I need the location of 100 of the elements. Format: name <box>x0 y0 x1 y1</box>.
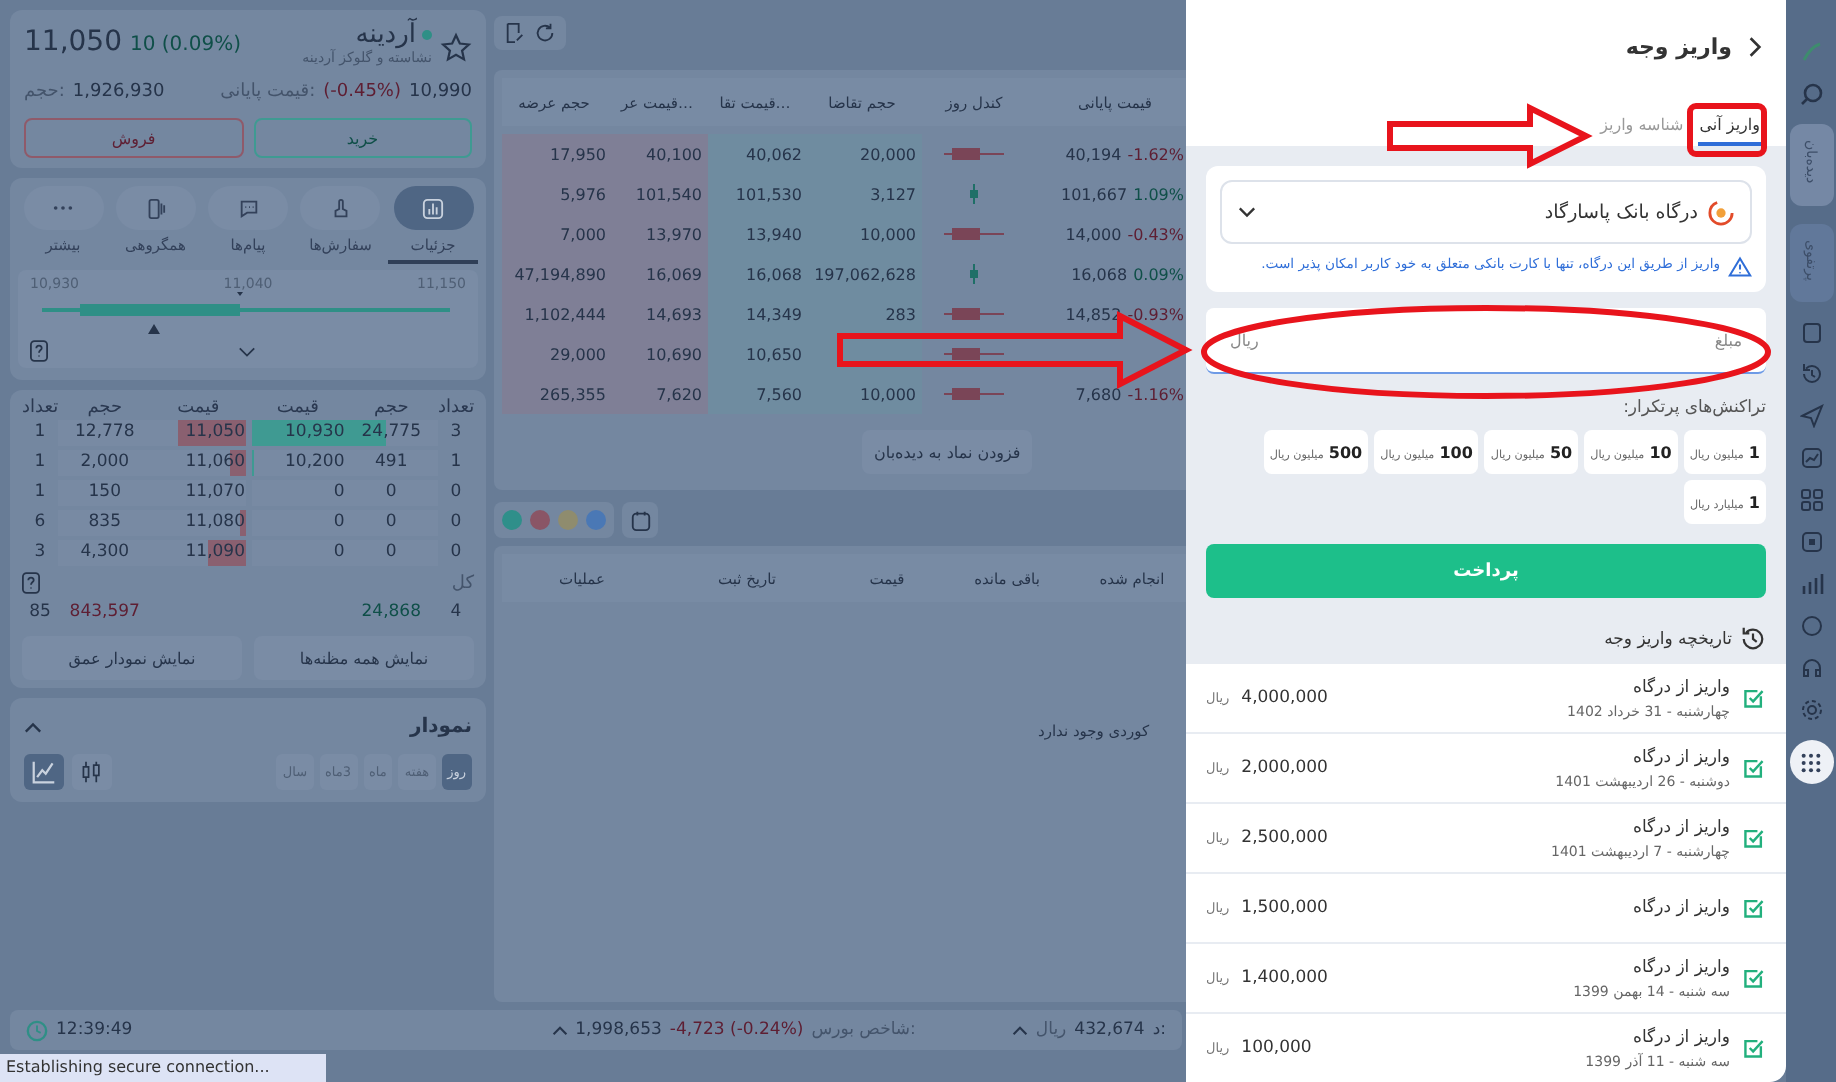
total-volume: 24,868 <box>359 600 423 626</box>
apps-button[interactable] <box>1789 740 1833 785</box>
table-cell-text: 0 <box>448 510 464 536</box>
depth-chart-button[interactable]: نمایش نمودار عمق <box>22 636 242 680</box>
last-price: 16,068 <box>1071 265 1128 283</box>
table-cell: 40,100 <box>612 134 708 174</box>
table-cell-text: 4,300 <box>78 540 132 566</box>
column-header: قیمت <box>175 398 222 418</box>
chart-type-button[interactable] <box>24 754 64 790</box>
chevron-up-icon[interactable] <box>551 1025 568 1035</box>
table-cell-text: 10,200 <box>283 450 345 476</box>
history-icon[interactable] <box>1799 362 1823 387</box>
hand-icon <box>329 197 352 219</box>
balance-value: 432,674 <box>1074 1020 1145 1040</box>
pay-button[interactable]: پرداخت <box>1206 544 1766 598</box>
clipboard-icon[interactable] <box>1799 320 1823 345</box>
gateway-select[interactable]: درگاه بانک پاسارگاد <box>1220 180 1752 244</box>
table-cell-text: 491 <box>373 450 410 476</box>
leaf-logo-icon <box>1799 40 1823 64</box>
deposit-title: واریز از درگاه <box>1631 817 1730 837</box>
deposit-title: واریز از درگاه <box>1633 898 1730 918</box>
cards-icon <box>144 197 167 219</box>
bar-chart-icon[interactable] <box>1799 572 1823 597</box>
candle-drawing <box>944 388 1004 400</box>
last-price: 7,680 <box>1075 385 1122 403</box>
price-change: 0.09% <box>1133 265 1184 283</box>
chart-icon[interactable] <box>1799 446 1823 471</box>
all-quotes-button[interactable]: نمایش همه مظنه‌ها <box>254 636 474 680</box>
candle-drawing <box>944 228 1004 240</box>
last-price: 14,852 <box>1065 305 1122 323</box>
chart-icon <box>422 197 444 219</box>
history-title: تاریخچه واریز وجه <box>1604 629 1732 649</box>
sell-button[interactable]: فروش <box>24 118 243 158</box>
star-icon[interactable] <box>440 32 472 64</box>
candle-drawing <box>944 148 1004 160</box>
calendar-button[interactable] <box>622 502 658 538</box>
table-cell: 16,069 <box>612 254 708 294</box>
table-cell-text: 0 <box>331 510 345 536</box>
table-cell: 10,000 <box>808 214 922 254</box>
table-cell: 7,620 <box>612 374 708 414</box>
help-icon[interactable] <box>30 340 48 362</box>
highlight-box <box>1687 103 1767 157</box>
table-cell: 197,062,628 <box>808 254 922 294</box>
price-change: -0.93% <box>1127 305 1184 323</box>
last-price: 11,050 <box>24 26 122 58</box>
send-icon[interactable] <box>1799 404 1823 429</box>
table-cell-text: 11,060 <box>183 450 245 476</box>
column-header: تعداد <box>22 398 58 418</box>
square-icon[interactable] <box>1799 530 1823 555</box>
table-cell: 283 <box>808 294 922 334</box>
dots-grid-icon <box>1800 751 1822 774</box>
help-icon[interactable] <box>22 572 40 594</box>
candle-drawing <box>970 264 978 284</box>
last-price: 101,667 <box>1060 185 1128 203</box>
close-price: 10,990 <box>409 82 472 102</box>
price-change: 1.09% <box>1133 185 1184 203</box>
amount-field[interactable]: مبلغ ریال <box>1206 308 1766 374</box>
deposit-tab[interactable]: شناسه واریز <box>1598 104 1686 146</box>
refresh-icon[interactable] <box>534 22 556 44</box>
color-filter-dot[interactable] <box>558 510 578 530</box>
chevron-right-icon[interactable] <box>1748 36 1762 58</box>
search-icon[interactable] <box>1799 82 1823 106</box>
last-price: 14,000 <box>1065 225 1122 243</box>
table-cell-text: 3 <box>448 420 464 446</box>
total-count: 4 <box>448 600 464 626</box>
chevron-down-icon[interactable] <box>238 345 256 357</box>
table-cell: 16,068 <box>708 254 808 294</box>
color-filter-dot[interactable] <box>502 510 522 530</box>
chevron-up-icon[interactable] <box>1011 1025 1028 1035</box>
settings-icon[interactable] <box>1799 698 1823 723</box>
price-change: 10 (0.09%) <box>130 34 241 56</box>
table-cell-text: 0 <box>331 540 345 566</box>
calendar-icon <box>629 509 651 531</box>
table-cell-text: 11,050 <box>183 420 245 446</box>
table-cell-text: 0 <box>331 480 345 506</box>
buy-button[interactable]: خرید <box>253 118 472 158</box>
color-filter-dot[interactable] <box>586 510 606 530</box>
table-cell-text: 6 <box>32 510 48 536</box>
candle-drawing <box>944 348 1004 360</box>
table-cell-text: 0 <box>383 510 399 536</box>
presets-label: تراکنش‌های پرتکرار: <box>1621 398 1766 418</box>
volume-value: 1,926,930 <box>72 82 165 102</box>
headset-icon[interactable] <box>1799 656 1823 681</box>
chevron-up-icon[interactable] <box>24 721 42 733</box>
price-change: -0.43% <box>1127 225 1184 243</box>
chart-title: نمودار <box>409 716 472 738</box>
balance-label: د: <box>1152 1020 1166 1040</box>
chart-type-button[interactable] <box>72 754 112 790</box>
color-filter-dot[interactable] <box>530 510 550 530</box>
edit-list-icon[interactable] <box>504 22 526 44</box>
deposit-amount: 1,400,000 <box>1241 968 1328 988</box>
add-symbol-button[interactable]: فزودن نماد به دیده‌بان <box>862 430 1033 474</box>
line-chart-icon <box>32 760 56 784</box>
total-count: 85 <box>27 600 53 626</box>
clock-time: 12:39:49 <box>56 1020 133 1040</box>
grid-icon[interactable] <box>1799 488 1823 513</box>
table-cell-text: 11,090 <box>183 540 245 566</box>
table-cell: 101,530 <box>708 174 808 214</box>
table-cell-text: 0 <box>448 480 464 506</box>
deposit-amount: 100,000 <box>1241 1038 1312 1058</box>
